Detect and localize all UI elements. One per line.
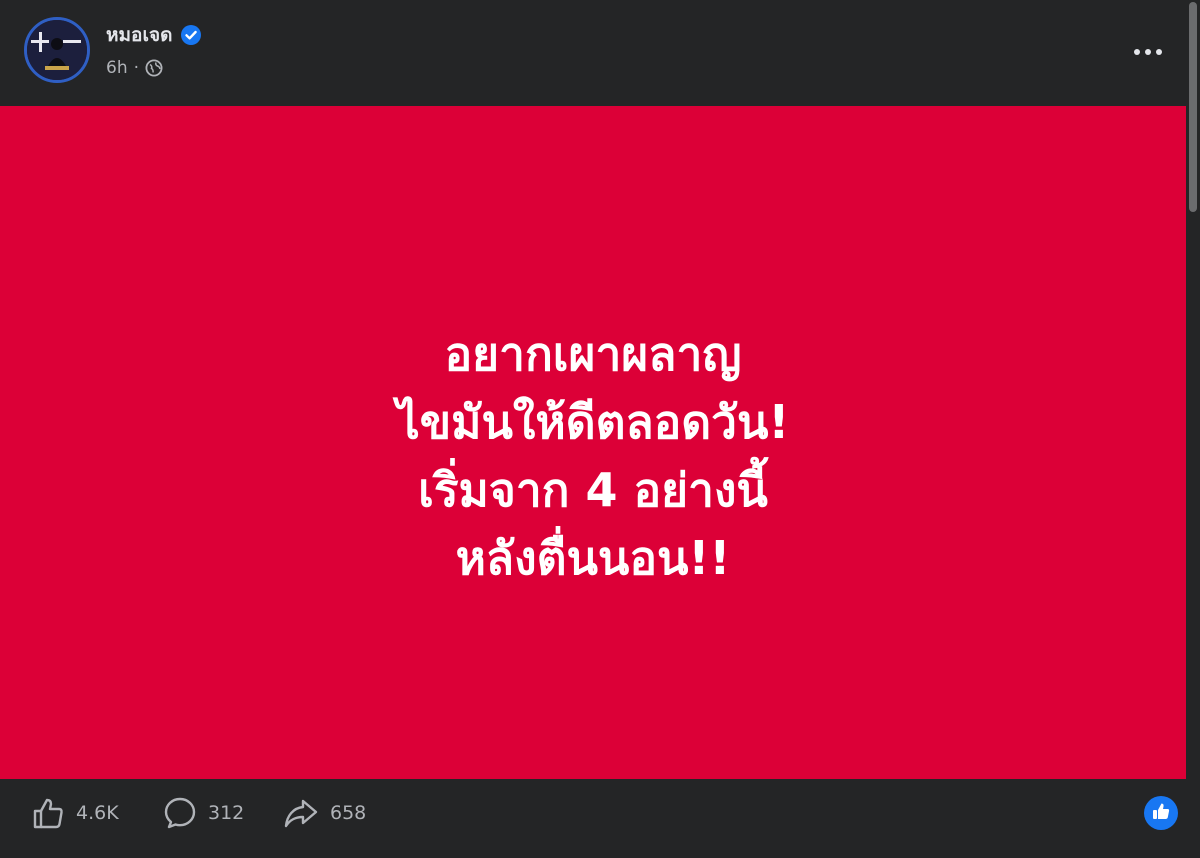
- share-arrow-icon: [282, 795, 320, 831]
- headline-line-3: เริ่มจาก 4 อย่างนี้: [418, 463, 768, 517]
- author-row: หมอเจด: [106, 22, 202, 48]
- headline-line-2: ไขมันให้ดีตลอดวัน!: [396, 395, 790, 449]
- facebook-post: หมอเจด 6h · อยากเผาผลาญ ไขมันให้ดีตลอดวั…: [0, 0, 1200, 858]
- like-button[interactable]: 4.6K: [30, 793, 119, 833]
- more-options-icon: [1133, 41, 1163, 60]
- post-header: หมอเจด 6h ·: [0, 0, 1200, 106]
- globe-icon[interactable]: [145, 59, 163, 77]
- like-count: 4.6K: [76, 802, 119, 824]
- author-avatar[interactable]: [24, 17, 90, 83]
- headline-line-4: หลังตื่นนอน!!: [455, 531, 731, 585]
- like-reaction-icon: [1151, 801, 1171, 825]
- post-actions: 4.6K 312 658: [0, 779, 1186, 858]
- more-options-button[interactable]: [1126, 32, 1170, 68]
- thumbs-up-icon: [30, 795, 66, 831]
- headline-line-1: อยากเผาผลาญ: [444, 327, 742, 381]
- post-image[interactable]: อยากเผาผลาญ ไขมันให้ดีตลอดวัน! เริ่มจาก …: [0, 106, 1186, 779]
- share-button[interactable]: 658: [282, 793, 366, 833]
- scrollbar-thumb[interactable]: [1189, 2, 1197, 212]
- post-timestamp[interactable]: 6h: [106, 56, 128, 80]
- comment-count: 312: [208, 802, 245, 824]
- page-scrollbar[interactable]: [1186, 0, 1200, 858]
- comment-button[interactable]: 312: [162, 793, 244, 833]
- image-headline: อยากเผาผลาญ ไขมันให้ดีตลอดวัน! เริ่มจาก …: [0, 320, 1186, 592]
- post-meta: 6h ·: [106, 56, 163, 80]
- meta-separator: ·: [133, 58, 139, 78]
- verified-badge-icon: [180, 24, 202, 46]
- author-name[interactable]: หมอเจด: [106, 22, 172, 48]
- comment-icon: [162, 795, 198, 831]
- share-count: 658: [330, 802, 367, 824]
- reaction-selector-button[interactable]: [1144, 796, 1178, 830]
